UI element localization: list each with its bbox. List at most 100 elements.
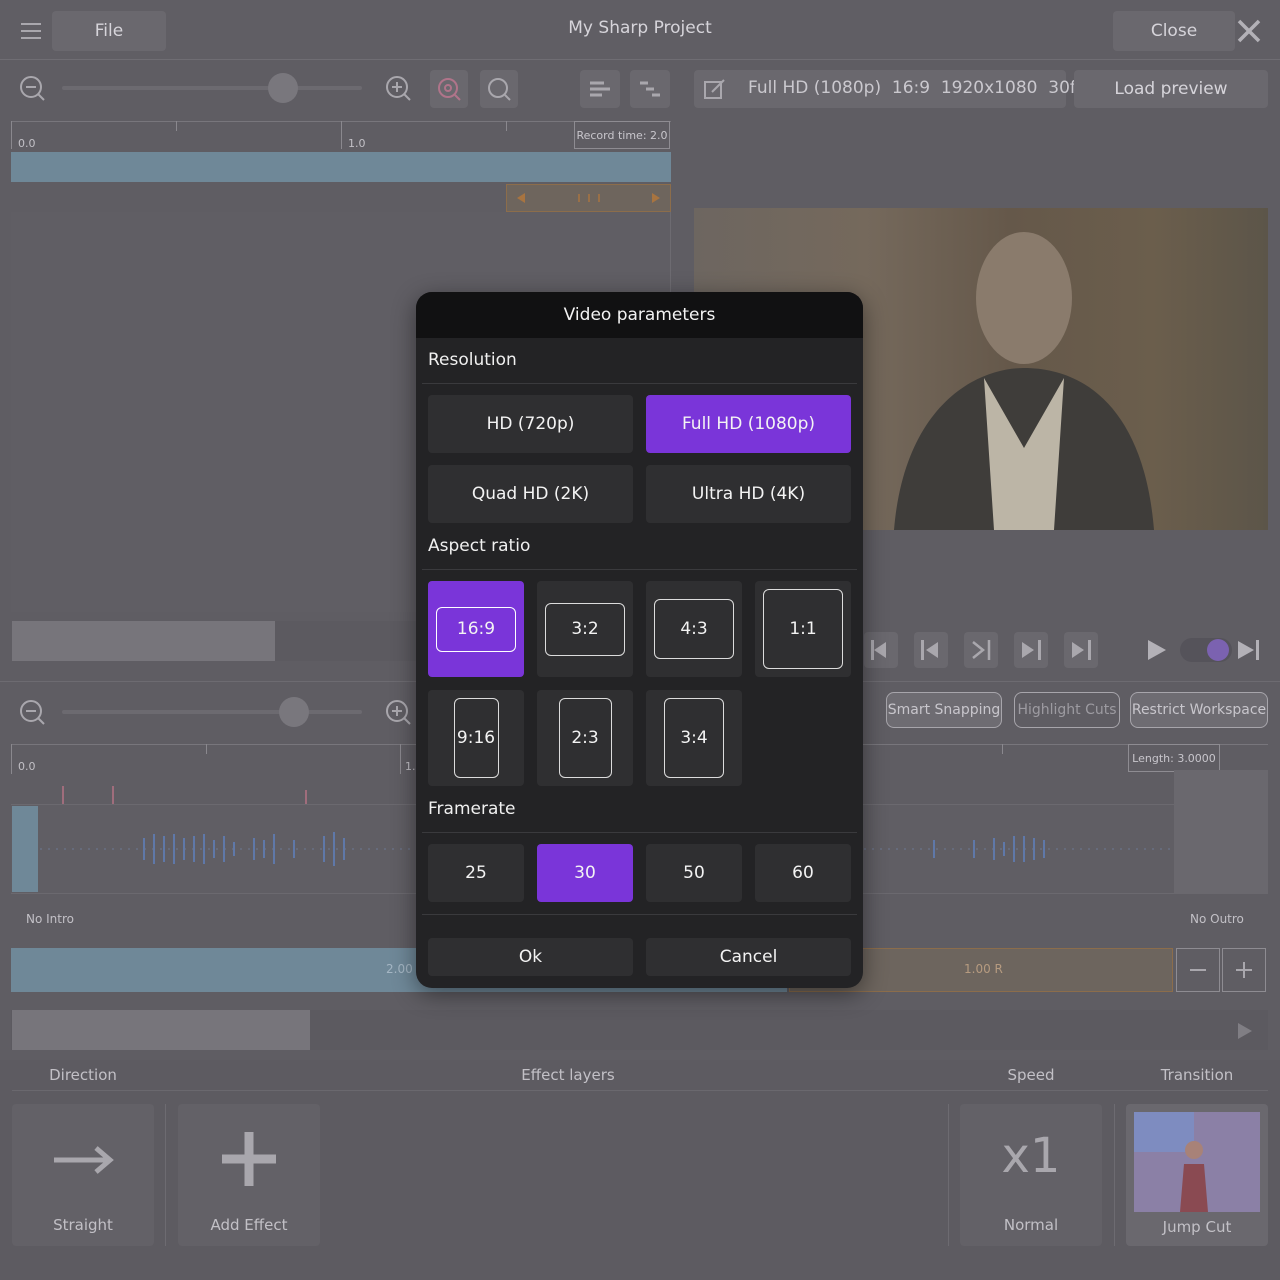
aspect-option-9-16[interactable]: 9:16 [428, 690, 524, 786]
goto-end-button[interactable] [1064, 632, 1098, 668]
trim-arrows-icon [517, 193, 660, 203]
minus-icon [1190, 969, 1206, 971]
zoom-out-button[interactable] [14, 70, 50, 106]
zoom-fit-button[interactable] [480, 70, 518, 108]
scroll-right-icon[interactable] [1232, 1018, 1258, 1044]
cancel-button[interactable]: Cancel [646, 938, 851, 976]
panel-divider [948, 1104, 949, 1246]
cut-marker[interactable] [305, 790, 307, 804]
aspect-label: 2:3 [558, 698, 612, 778]
play-to-end-icon [1238, 640, 1259, 660]
zoom-fit-icon [488, 78, 511, 101]
aspect-label: 9:16 [453, 698, 499, 778]
aspect-option-16-9[interactable]: 16:9 [428, 581, 524, 677]
length-badge: Length: 3.0000 [1128, 744, 1220, 772]
transition-value: Jump Cut [1162, 1218, 1232, 1236]
bottom-ruler-start: 0.0 [18, 760, 36, 773]
bottom-scrollbar-thumb[interactable] [12, 1010, 310, 1050]
audio-track-handle[interactable] [12, 806, 38, 892]
direction-title: Direction [49, 1066, 117, 1084]
speed-title: Speed [1007, 1066, 1055, 1084]
zoom-out-icon [20, 700, 45, 725]
add-effect-label: Add Effect [210, 1216, 288, 1234]
skip-start-icon [871, 640, 886, 660]
segment-minus-button[interactable] [1176, 948, 1220, 992]
resolution-option-hd[interactable]: HD (720p) [428, 395, 633, 453]
zoom-slider-handle[interactable] [268, 73, 298, 103]
format-info: Full HD (1080p) 16:9 1920x1080 30fps [748, 78, 1096, 98]
resolution-option-ultra-hd[interactable]: Ultra HD (4K) [646, 465, 851, 523]
resolution-title: Resolution [428, 350, 517, 370]
close-x-button[interactable] [1232, 14, 1266, 48]
loop-toggle-knob [1207, 639, 1229, 661]
play-to-end-button[interactable] [1232, 632, 1266, 668]
restrict-workspace-toggle[interactable]: Restrict Workspace [1130, 692, 1268, 728]
zoom-in-icon [386, 76, 411, 101]
highlight-cuts-toggle[interactable]: Highlight Cuts [1014, 692, 1120, 728]
zoom-target-icon [438, 78, 461, 101]
file-menu[interactable]: File [52, 11, 166, 51]
aspect-option-3-4[interactable]: 3:4 [646, 690, 742, 786]
aspect-option-1-1[interactable]: 1:1 [755, 581, 851, 677]
zoom-in-icon [386, 700, 411, 725]
bottom-zoom-out-button[interactable] [14, 694, 50, 730]
segment-left-label: 2.00 [386, 962, 413, 976]
top-track-clip[interactable] [11, 152, 671, 182]
cut-marker[interactable] [62, 786, 64, 804]
play-button[interactable] [1140, 632, 1174, 668]
direction-value: Straight [53, 1216, 113, 1234]
framerate-option-25[interactable]: 25 [428, 844, 524, 902]
zoom-in-button[interactable] [380, 70, 416, 106]
framerate-option-60[interactable]: 60 [755, 844, 851, 902]
next-frame-button[interactable] [1014, 632, 1048, 668]
close-button[interactable]: Close [1113, 11, 1235, 51]
aspect-ratio-title: Aspect ratio [428, 536, 531, 556]
no-intro-label: No Intro [26, 912, 74, 926]
top-scrollbar-thumb[interactable] [12, 621, 275, 661]
hamburger-icon [21, 23, 41, 39]
step-layout-button[interactable] [630, 70, 670, 108]
video-parameters-dialog: Video parameters Resolution HD (720p) Fu… [416, 292, 863, 988]
next-marker-icon [972, 640, 991, 660]
zoom-slider-track[interactable] [62, 86, 362, 90]
bottom-zoom-in-button[interactable] [380, 694, 416, 730]
menu-button[interactable] [10, 11, 52, 51]
aspect-option-2-3[interactable]: 2:3 [537, 690, 633, 786]
plus-icon [222, 1132, 276, 1186]
close-icon [1237, 19, 1261, 43]
no-outro-label: No Outro [1190, 912, 1244, 926]
transition-title: Transition [1160, 1066, 1234, 1084]
step-layout-icon [640, 81, 660, 97]
framerate-option-50[interactable]: 50 [646, 844, 742, 902]
bottom-zoom-slider-handle[interactable] [279, 697, 309, 727]
bottom-zoom-slider-track[interactable] [62, 710, 362, 714]
cut-marker[interactable] [112, 786, 114, 804]
prev-frame-button[interactable] [914, 632, 948, 668]
zoom-target-button[interactable] [430, 70, 468, 108]
ok-button[interactable]: Ok [428, 938, 633, 976]
resolution-option-quad-hd[interactable]: Quad HD (2K) [428, 465, 633, 523]
skip-end-icon [1072, 640, 1091, 660]
next-frame-icon [1022, 640, 1041, 660]
load-preview-button[interactable]: Load preview [1074, 70, 1268, 108]
align-left-icon [590, 81, 610, 97]
record-time-badge: Record time: 2.0 [574, 121, 670, 149]
resolution-separator [422, 383, 857, 384]
loop-toggle[interactable] [1180, 638, 1232, 662]
framerate-separator [422, 832, 857, 833]
aspect-option-4-3[interactable]: 4:3 [646, 581, 742, 677]
align-left-button[interactable] [580, 70, 620, 108]
panel-divider [1114, 1104, 1115, 1246]
next-marker-button[interactable] [964, 632, 998, 668]
smart-snapping-toggle[interactable]: Smart Snapping [886, 692, 1002, 728]
segment-plus-button[interactable] [1222, 948, 1266, 992]
framerate-title: Framerate [428, 799, 516, 819]
top-trim-handle[interactable] [506, 184, 671, 212]
resolution-option-full-hd[interactable]: Full HD (1080p) [646, 395, 851, 453]
top-ruler-mid: 1.0 [348, 137, 366, 150]
aspect-separator [422, 569, 857, 570]
goto-start-button[interactable] [864, 632, 898, 668]
aspect-option-3-2[interactable]: 3:2 [537, 581, 633, 677]
project-title: My Sharp Project [568, 18, 712, 38]
framerate-option-30[interactable]: 30 [537, 844, 633, 902]
